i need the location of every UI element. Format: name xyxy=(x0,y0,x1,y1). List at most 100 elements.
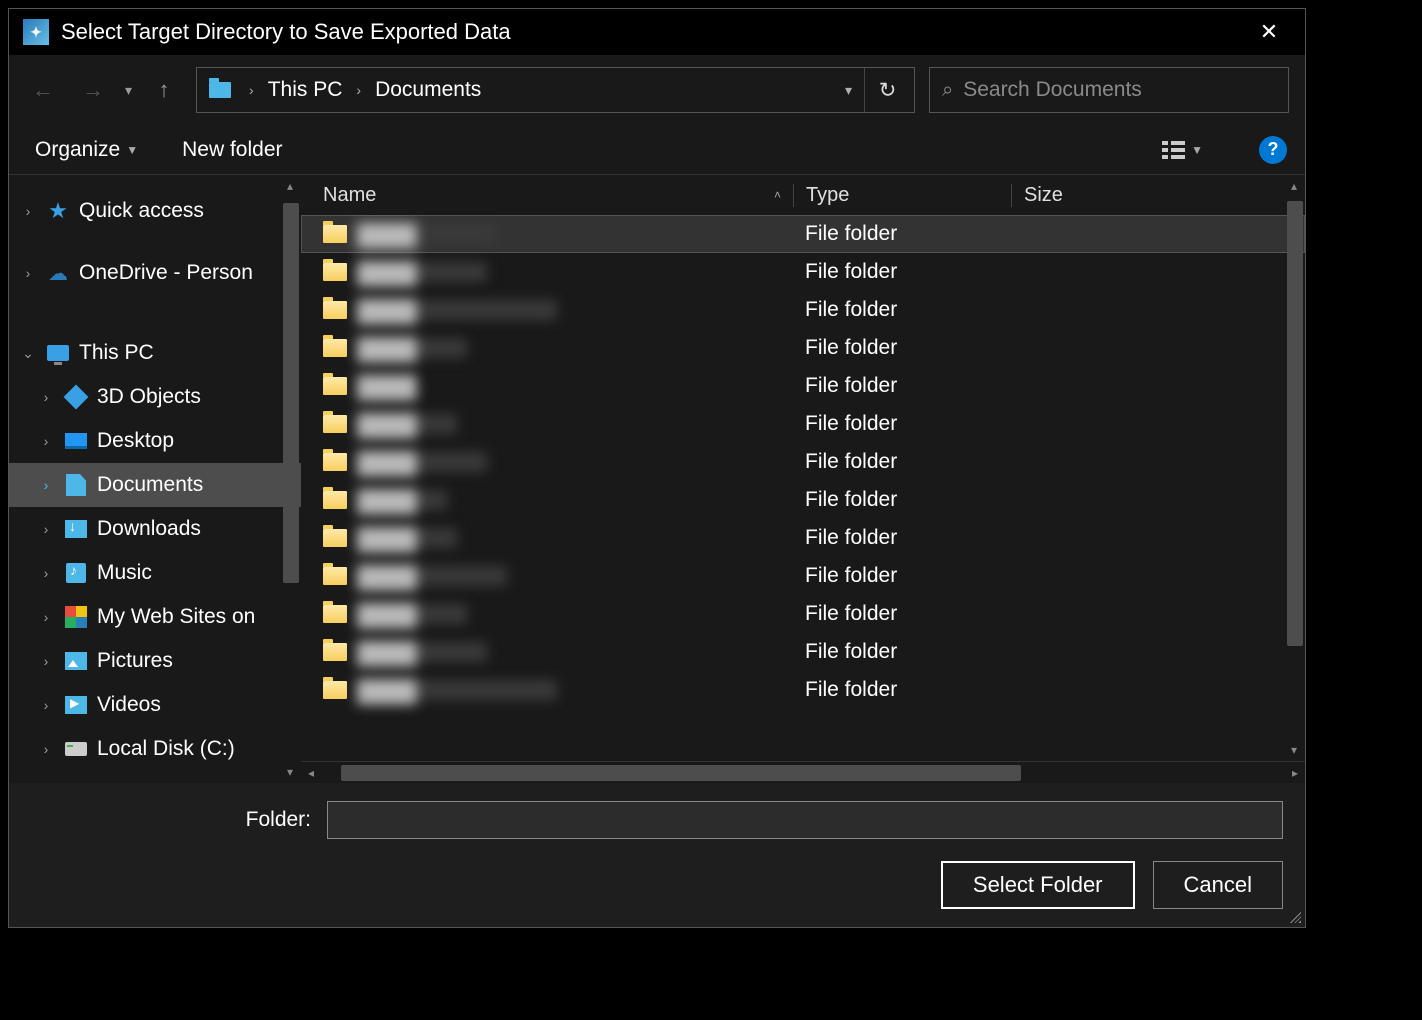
tree-item-label: Pictures xyxy=(97,649,173,673)
app-icon: ✦ xyxy=(23,19,49,45)
recent-locations-dropdown[interactable]: ▾ xyxy=(125,82,132,99)
search-input[interactable] xyxy=(963,78,1276,102)
tree-item-mywebsites[interactable]: › My Web Sites on xyxy=(9,595,301,639)
tree-item-label: Music xyxy=(97,561,152,585)
file-name-blurred: ████ xyxy=(357,490,447,510)
file-row[interactable]: ████File folder xyxy=(301,405,1305,443)
folder-icon xyxy=(323,415,347,433)
breadcrumb-documents[interactable]: Documents xyxy=(371,78,485,102)
column-name[interactable]: Name ˄ xyxy=(323,184,793,207)
tree-item-downloads[interactable]: ›Downloads xyxy=(9,507,301,551)
file-row[interactable]: ████File folder xyxy=(301,253,1305,291)
scroll-right-icon[interactable]: ▸ xyxy=(1285,766,1305,780)
breadcrumb-this-pc[interactable]: This PC xyxy=(264,78,347,102)
column-size[interactable]: Size xyxy=(1011,184,1305,207)
forward-button[interactable]: → xyxy=(75,72,111,108)
organize-button[interactable]: Organize ▼ xyxy=(27,132,146,168)
file-type: File folder xyxy=(793,450,1011,474)
help-button[interactable]: ? xyxy=(1259,136,1287,164)
folder-icon xyxy=(323,567,347,585)
tree-item-videos[interactable]: › Videos xyxy=(9,683,301,727)
new-folder-button[interactable]: New folder xyxy=(174,132,290,168)
folder-icon xyxy=(323,529,347,547)
tree-item-desktop[interactable]: ›Desktop xyxy=(9,419,301,463)
file-row[interactable]: ████File folder xyxy=(301,215,1305,253)
expander-icon[interactable]: › xyxy=(37,389,55,405)
chevron-down-icon: ▼ xyxy=(126,143,138,157)
tree-item-label: OneDrive - Person xyxy=(79,261,253,285)
dialog-footer: Folder: Select Folder Cancel xyxy=(9,783,1305,927)
expander-icon[interactable]: › xyxy=(19,203,37,219)
tree-item-label: Documents xyxy=(97,473,203,497)
cancel-button[interactable]: Cancel xyxy=(1153,861,1283,909)
close-button[interactable]: ✕ xyxy=(1247,10,1291,54)
navigation-tree[interactable]: ▴ ▾ ›★Quick access›☁OneDrive - Person⌄Th… xyxy=(9,175,301,783)
scroll-left-icon[interactable]: ◂ xyxy=(301,766,321,780)
expander-icon[interactable]: › xyxy=(37,653,55,669)
file-row[interactable]: ████File folder xyxy=(301,443,1305,481)
expander-icon[interactable]: › xyxy=(37,433,55,449)
search-box[interactable]: ⌕ xyxy=(929,67,1289,113)
expander-icon[interactable]: › xyxy=(37,609,55,625)
tree-scroll-down[interactable]: ▾ xyxy=(281,763,299,781)
tree-item-this-pc[interactable]: ⌄This PC xyxy=(9,331,301,375)
chevron-right-icon[interactable]: › xyxy=(243,82,260,98)
search-icon: ⌕ xyxy=(942,79,953,102)
expander-icon[interactable]: › xyxy=(19,265,37,281)
file-row[interactable]: ████File folder xyxy=(301,481,1305,519)
up-button[interactable]: ↑ xyxy=(146,72,182,108)
select-folder-button[interactable]: Select Folder xyxy=(941,861,1135,909)
tree-item-pictures[interactable]: › Pictures xyxy=(9,639,301,683)
tree-item-3d-objects[interactable]: › 3D Objects xyxy=(9,375,301,419)
file-name-blurred: ████ xyxy=(357,262,487,282)
file-row[interactable]: ████File folder xyxy=(301,519,1305,557)
folder-input[interactable] xyxy=(327,801,1283,839)
tree-item-label: 3D Objects xyxy=(97,385,201,409)
tree-item-documents[interactable]: › Documents xyxy=(9,463,301,507)
column-headers: Name ˄ Type Size xyxy=(301,175,1305,215)
expander-icon[interactable]: › xyxy=(37,741,55,757)
refresh-button[interactable]: ↻ xyxy=(864,68,910,112)
3d-objects-icon xyxy=(63,385,89,409)
expander-icon[interactable]: › xyxy=(37,565,55,581)
file-row[interactable]: ████File folder xyxy=(301,633,1305,671)
file-name-blurred: ████ xyxy=(357,528,457,548)
file-row[interactable]: ████File folder xyxy=(301,367,1305,405)
address-dropdown[interactable]: ▾ xyxy=(837,82,860,99)
tree-item-quick-access[interactable]: ›★Quick access xyxy=(9,189,301,233)
folder-icon xyxy=(323,225,347,243)
list-scrollbar-thumb[interactable] xyxy=(1287,201,1303,646)
resize-grip[interactable] xyxy=(1287,909,1301,923)
file-row[interactable]: ████File folder xyxy=(301,557,1305,595)
file-row[interactable]: ████ File folder xyxy=(301,291,1305,329)
expander-icon[interactable]: › xyxy=(37,521,55,537)
file-type: File folder xyxy=(793,222,1011,246)
file-name-blurred: ████ xyxy=(357,300,557,320)
tree-item-music[interactable]: › Music xyxy=(9,551,301,595)
horizontal-scrollbar[interactable]: ◂ ▸ xyxy=(301,761,1305,783)
view-options-button[interactable]: ▼ xyxy=(1154,137,1211,163)
nav-row: ← → ▾ ↑ › This PC › Documents ▾ ↻ ⌕ xyxy=(9,55,1305,125)
chevron-right-icon[interactable]: › xyxy=(350,82,367,98)
file-name-blurred: ████ xyxy=(357,642,487,662)
expander-icon[interactable]: › xyxy=(37,477,55,493)
back-button[interactable]: ← xyxy=(25,72,61,108)
tree-item-label: Videos xyxy=(97,693,161,717)
expander-icon[interactable]: ⌄ xyxy=(19,345,37,362)
file-row[interactable]: ████File folder xyxy=(301,595,1305,633)
tree-item-local-disk[interactable]: ›Local Disk (C:) xyxy=(9,727,301,771)
tree-scroll-up[interactable]: ▴ xyxy=(281,177,299,195)
tree-item-label: My Web Sites on xyxy=(97,605,255,629)
folder-icon xyxy=(323,263,347,281)
address-bar[interactable]: › This PC › Documents ▾ ↻ xyxy=(196,67,915,113)
tree-scrollbar-thumb[interactable] xyxy=(283,203,299,583)
hscroll-thumb[interactable] xyxy=(341,765,1021,781)
list-scroll-down[interactable]: ▾ xyxy=(1285,741,1303,759)
file-row[interactable]: ████File folder xyxy=(301,671,1305,709)
expander-icon[interactable]: › xyxy=(37,697,55,713)
tree-item-onedrive[interactable]: › ☁ OneDrive - Person xyxy=(9,251,301,295)
column-type[interactable]: Type xyxy=(793,184,1011,207)
file-type: File folder xyxy=(793,298,1011,322)
file-row[interactable]: ████File folder xyxy=(301,329,1305,367)
onedrive-icon: ☁ xyxy=(45,261,71,285)
